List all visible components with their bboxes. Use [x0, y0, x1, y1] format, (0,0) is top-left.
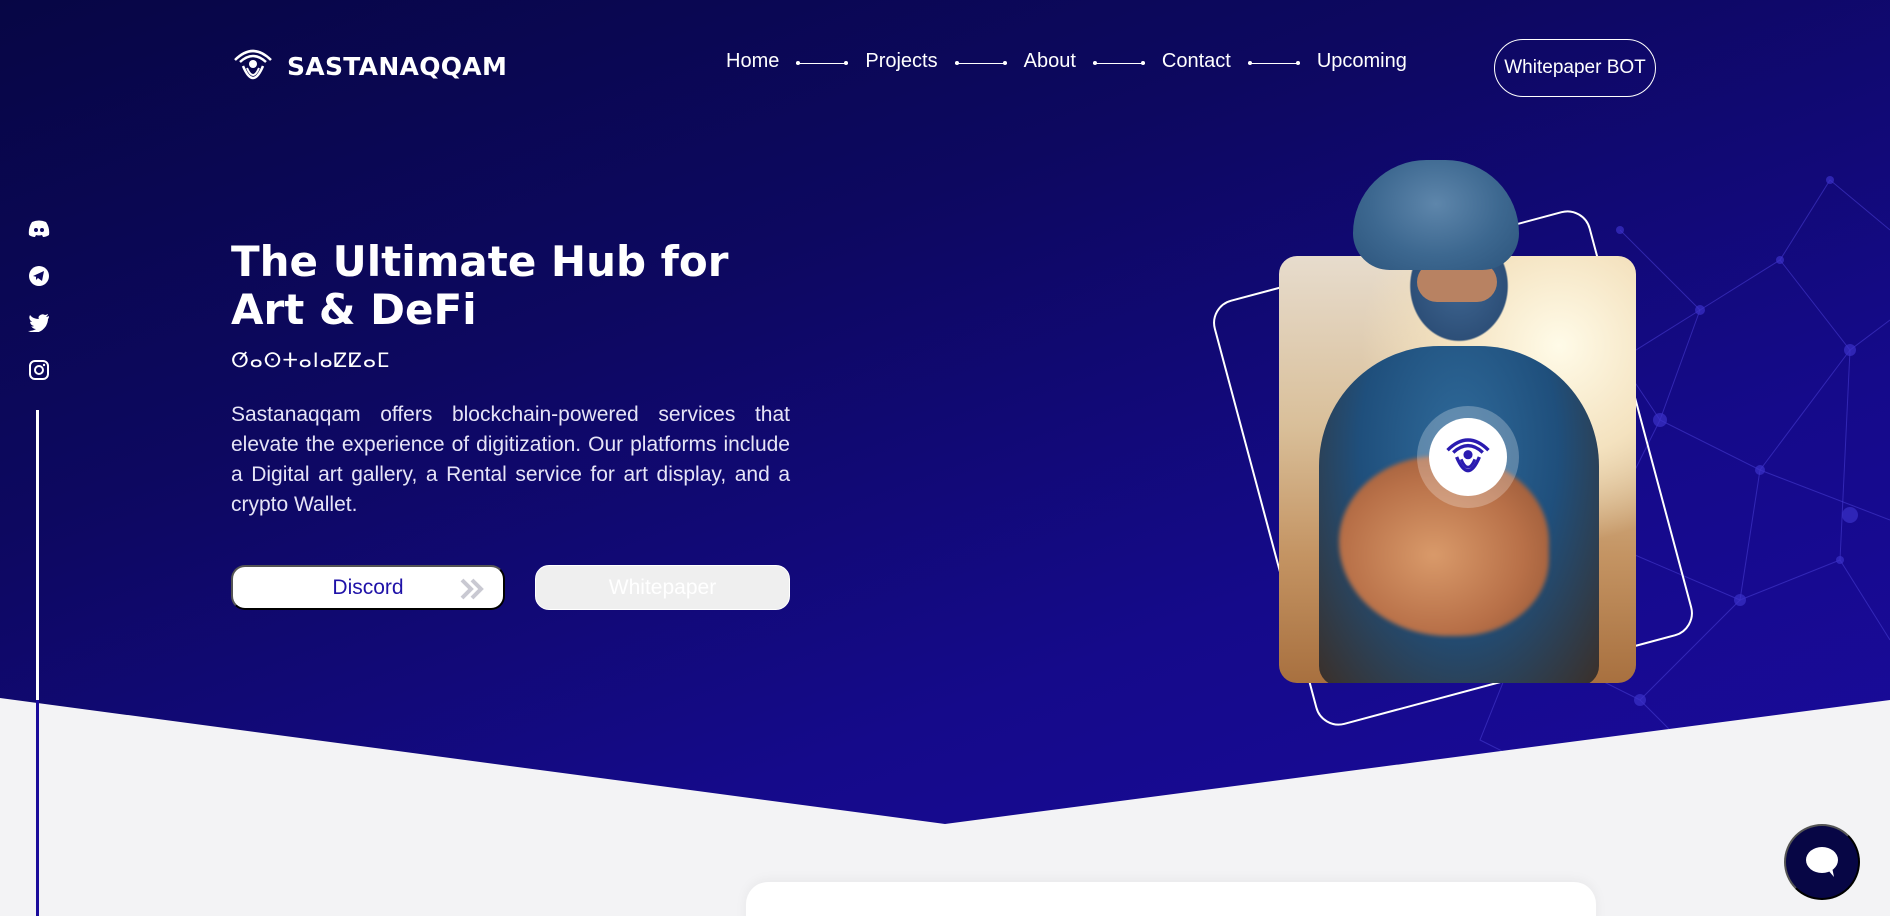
social-links [26, 218, 52, 381]
discord-icon[interactable] [26, 218, 52, 240]
nav-projects[interactable]: Projects [865, 50, 937, 73]
chat-bubble-icon [1806, 847, 1838, 877]
brand-logo[interactable]: SASTANAQQAM [231, 44, 507, 88]
brand-name: SASTANAQQAM [287, 51, 508, 81]
logo-badge [1429, 418, 1507, 496]
nav-about[interactable]: About [1024, 50, 1076, 73]
chat-widget-button[interactable] [1784, 824, 1860, 900]
discord-button[interactable]: Discord [231, 565, 505, 610]
sidebar-line-lower [36, 700, 39, 916]
main-nav: Home Projects About Contact Upcoming [726, 50, 1407, 73]
nav-upcoming[interactable]: Upcoming [1317, 50, 1407, 73]
content-card [746, 882, 1596, 916]
nav-separator [954, 59, 1007, 69]
whitepaper-button[interactable]: Whitepaper [535, 565, 790, 610]
double-chevron-right-icon [460, 578, 484, 600]
hero-description: Sastanaqqam offers blockchain-powered se… [231, 403, 790, 516]
instagram-icon[interactable] [26, 359, 52, 381]
hero-subtitle: ⵚⴰⵙⵜⴰⵏⴰⵇⵇⴰⵎ [231, 348, 391, 372]
nav-contact[interactable]: Contact [1162, 50, 1231, 73]
nav-separator [796, 59, 849, 69]
nav-separator [1092, 59, 1145, 69]
eye-logo-icon [1446, 438, 1490, 473]
eye-logo-icon [234, 49, 272, 80]
whitepaper-bot-button[interactable]: Whitepaper BOT [1494, 39, 1656, 97]
discord-button-label: Discord [332, 575, 404, 599]
nav-home[interactable]: Home [726, 50, 779, 73]
hero-title: The Ultimate Hub for Art & DeFi [231, 237, 729, 334]
nav-separator [1247, 59, 1300, 69]
twitter-icon[interactable] [26, 312, 52, 334]
telegram-icon[interactable] [26, 265, 52, 287]
